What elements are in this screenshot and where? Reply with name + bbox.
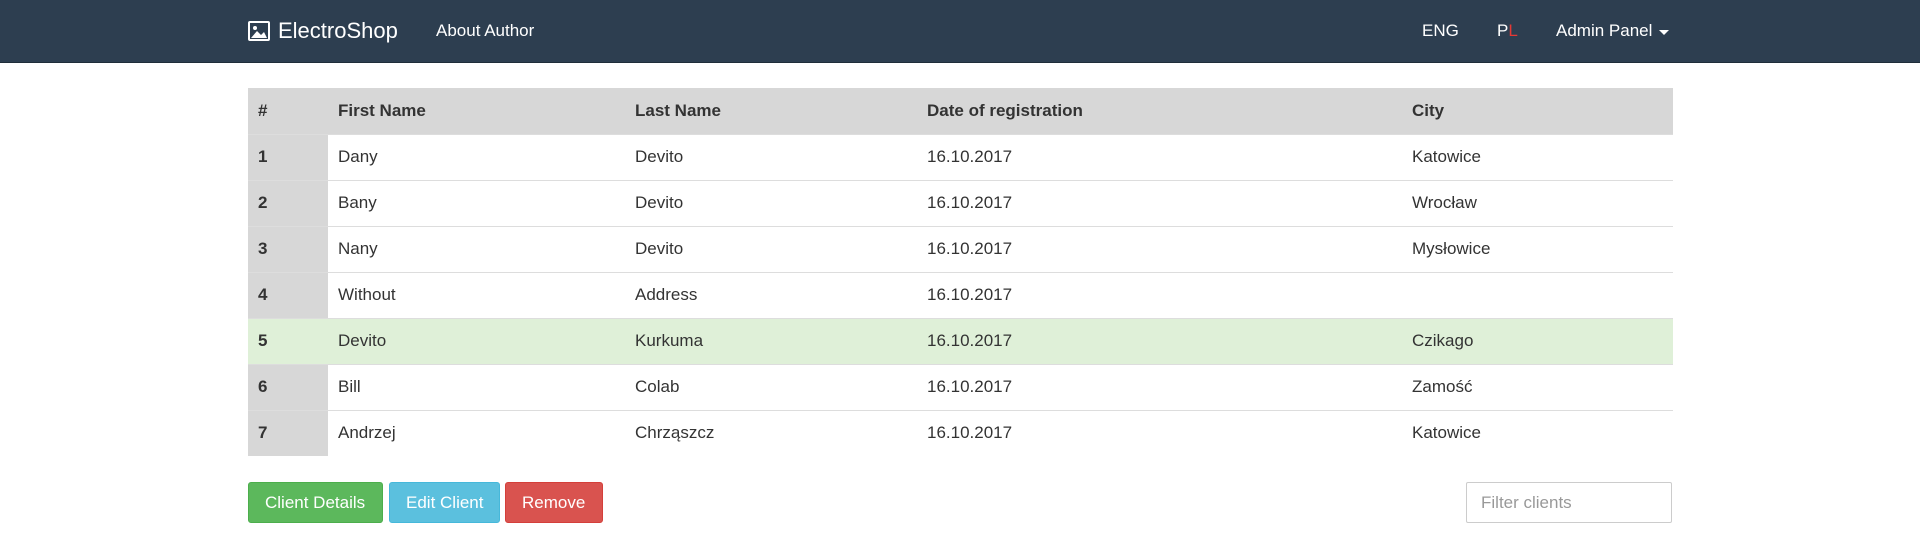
image-icon [248, 20, 270, 42]
cell-first-name: Nany [338, 239, 378, 258]
cell-last-name: Kurkuma [625, 318, 917, 364]
header-last-name: Last Name [635, 100, 721, 120]
cell-city: Wrocław [1412, 193, 1477, 212]
table-row[interactable]: 3 Nany Devito 16.10.2017 Mysłowice [248, 226, 1673, 272]
cell-last-name: Chrząszcz [635, 423, 715, 443]
cell-number: 1 [248, 134, 328, 180]
cell-city: Czikago [1402, 318, 1673, 364]
table-header-row: # First Name Last Name Date of registrat… [248, 88, 1673, 134]
table-row[interactable]: 7 Andrzej Chrząszcz 16.10.2017 Katowice [248, 410, 1673, 456]
cell-city: Katowice [1412, 423, 1481, 443]
edit-client-button[interactable]: Edit Client [389, 482, 500, 523]
cell-first-name: Without [338, 285, 396, 304]
cell-city: Mysłowice [1412, 239, 1491, 258]
clients-table-wrapper: # First Name Last Name Date of registrat… [248, 88, 1673, 456]
caret-down-icon [1659, 29, 1670, 35]
cell-number: 4 [248, 272, 328, 318]
table-row-selected[interactable]: 5 Devito Kurkuma 16.10.2017 Czikago [248, 318, 1673, 364]
cell-city [1402, 272, 1673, 318]
nav-about-author[interactable]: About Author [436, 0, 534, 62]
cell-number: 2 [248, 180, 328, 226]
nav-admin-label: Admin Panel [1556, 21, 1653, 40]
cell-last-name: Address [635, 285, 698, 304]
cell-city: Katowice [1412, 147, 1481, 166]
cell-date: 16.10.2017 [927, 285, 1013, 304]
cell-number: 3 [248, 226, 328, 272]
cell-first-name: Dany [338, 147, 378, 166]
brand-name: ElectroShop [278, 18, 398, 43]
cell-last-name: Devito [635, 193, 684, 212]
cell-date: 16.10.2017 [927, 193, 1013, 212]
cell-date: 16.10.2017 [927, 239, 1013, 258]
header-city: City [1412, 100, 1445, 120]
table-row[interactable]: 4 Without Address 16.10.2017 [248, 272, 1673, 318]
cell-date: 16.10.2017 [927, 423, 1013, 443]
header-first-name: First Name [338, 100, 426, 120]
cell-number: 5 [248, 318, 328, 364]
nav-admin-panel-dropdown[interactable]: Admin Panel [1556, 0, 1670, 62]
cell-number: 7 [248, 410, 328, 456]
table-row[interactable]: 1 Dany Devito 16.10.2017 Katowice [248, 134, 1673, 180]
nav-lang-eng[interactable]: ENG [1422, 0, 1459, 62]
navbar: ElectroShop About Author ENG PL Admin Pa… [0, 0, 1920, 63]
cell-number: 6 [248, 364, 328, 410]
filter-clients-input[interactable] [1466, 482, 1672, 523]
cell-date: 16.10.2017 [927, 377, 1013, 396]
nav-lang-pl[interactable]: PL [1497, 0, 1518, 62]
cell-first-name: Andrzej [338, 423, 396, 443]
header-date-registration: Date of registration [927, 100, 1083, 120]
cell-last-name: Colab [635, 377, 680, 396]
header-number: # [258, 100, 268, 120]
table-row[interactable]: 2 Bany Devito 16.10.2017 Wrocław [248, 180, 1673, 226]
cell-date: 16.10.2017 [917, 318, 1402, 364]
table-row[interactable]: 6 Bill Colab 16.10.2017 Zamość [248, 364, 1673, 410]
cell-first-name: Bany [338, 193, 377, 212]
cell-first-name: Devito [328, 318, 625, 364]
cell-date: 16.10.2017 [927, 147, 1013, 166]
cell-city: Zamość [1412, 377, 1473, 396]
brand-link[interactable]: ElectroShop [248, 0, 398, 62]
nav-lang-pl-l: L [1508, 21, 1518, 40]
nav-lang-pl-p: P [1497, 21, 1509, 40]
remove-button[interactable]: Remove [505, 482, 603, 523]
navbar-inner: ElectroShop About Author ENG PL Admin Pa… [248, 0, 1673, 62]
client-details-button[interactable]: Client Details [248, 482, 383, 523]
cell-last-name: Devito [635, 239, 684, 258]
cell-first-name: Bill [338, 377, 361, 396]
clients-table: # First Name Last Name Date of registrat… [248, 88, 1673, 456]
cell-last-name: Devito [635, 147, 684, 166]
